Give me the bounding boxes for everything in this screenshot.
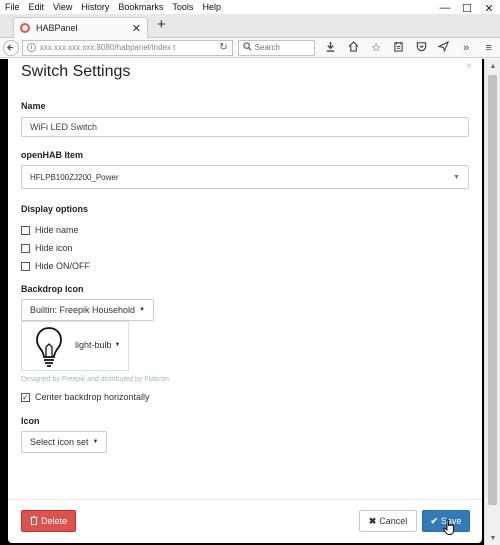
backdrop-icon-picker[interactable]: light-bulb ▼ (21, 321, 129, 371)
menu-help[interactable]: Help (202, 2, 221, 12)
bookmark-star-icon[interactable]: ☆ (365, 41, 388, 54)
icon-set-value: Select icon set (30, 437, 89, 447)
back-arrow-icon (7, 44, 14, 51)
reading-list-icon[interactable] (387, 41, 410, 55)
search-icon (243, 42, 252, 53)
openhab-item-label: openHAB Item (21, 150, 84, 160)
hide-name-option[interactable]: Hide name (21, 225, 79, 235)
switch-settings-dialog: Switch Settings × Name openHAB Item HFLP… (8, 59, 482, 543)
delete-label: Delete (40, 516, 67, 526)
url-text: xxx.xxx.xxx.xxx:8080/habpanel/index.t (39, 43, 176, 52)
hide-onoff-checkbox[interactable] (21, 261, 30, 271)
menu-history[interactable]: History (81, 2, 109, 12)
light-bulb-icon (36, 327, 62, 367)
scroll-up-icon[interactable]: ▲ (485, 59, 500, 73)
center-backdrop-label: Center backdrop horizontally (35, 392, 150, 402)
dialog-title: Switch Settings (21, 63, 131, 80)
pocket-icon[interactable] (410, 41, 433, 55)
close-icon: ✖ (368, 515, 377, 526)
menu-tools[interactable]: Tools (172, 2, 193, 12)
openhab-item-value: HFLPB100ZJ200_Power (30, 172, 119, 182)
page-scrollbar[interactable]: ▲ ▼ (484, 59, 500, 545)
icon-set-dropdown[interactable]: Select icon set ▼ (21, 431, 108, 453)
select-caret-icon: ▼ (453, 173, 460, 181)
tab-title: HABPanel (36, 23, 78, 33)
backdrop-icon-dropdown[interactable]: light-bulb ▼ (75, 340, 120, 350)
name-label: Name (21, 101, 46, 111)
back-button[interactable] (3, 39, 19, 56)
tab-close-icon[interactable]: ✕ (132, 22, 141, 35)
center-backdrop-option[interactable]: ✓ Center backdrop horizontally (21, 392, 150, 402)
hide-icon-option[interactable]: Hide icon (21, 243, 73, 253)
cancel-label: Cancel (379, 516, 408, 526)
dropdown-caret-icon: ▼ (139, 307, 146, 313)
menu-edit[interactable]: Edit (29, 2, 45, 12)
send-icon[interactable] (432, 40, 455, 55)
scroll-down-icon[interactable]: ▼ (485, 531, 500, 545)
dialog-footer: Delete ✖ Cancel ✔ Save (8, 499, 482, 543)
icon-attribution: Designed by Freepik and distributed by F… (21, 376, 169, 383)
tab-strip: HABPanel ✕ + (0, 14, 500, 38)
backdrop-icon-label: Backdrop Icon (21, 284, 84, 294)
page-backdrop: Switch Settings × Name openHAB Item HFLP… (0, 59, 500, 545)
tab-habpanel[interactable]: HABPanel ✕ (13, 17, 148, 38)
menu-file[interactable]: File (5, 2, 20, 12)
trash-icon (30, 515, 38, 527)
name-input[interactable] (21, 117, 469, 137)
nav-bar: i xxx.xxx.xxx.xxx:8080/habpanel/index.t … (0, 38, 500, 58)
hide-icon-label: Hide icon (35, 243, 73, 253)
dropdown-caret-icon: ▼ (92, 439, 99, 445)
habpanel-favicon-icon (20, 23, 30, 33)
delete-button[interactable]: Delete (21, 510, 76, 532)
dialog-close-icon[interactable]: × (466, 61, 472, 72)
openhab-item-select[interactable]: HFLPB100ZJ200_Power ▼ (21, 165, 469, 189)
hide-onoff-option[interactable]: Hide ON/OFF (21, 261, 90, 271)
hand-cursor-icon (443, 519, 454, 535)
icon-label: Icon (21, 416, 40, 426)
display-options-label: Display options (21, 204, 89, 214)
overflow-chevron-icon[interactable]: » (455, 42, 478, 54)
new-tab-button[interactable]: + (157, 16, 166, 33)
url-bar[interactable]: i xxx.xxx.xxx.xxx:8080/habpanel/index.t … (21, 39, 233, 56)
downloads-icon[interactable] (320, 41, 343, 55)
search-input[interactable] (254, 43, 310, 52)
backdrop-set-dropdown[interactable]: Builtin: Freepik Household ▼ (21, 299, 155, 321)
menu-bookmarks[interactable]: Bookmarks (118, 2, 163, 12)
search-bar[interactable] (237, 39, 315, 56)
menu-view[interactable]: View (53, 2, 72, 12)
home-icon[interactable] (342, 40, 365, 55)
cancel-button[interactable]: ✖ Cancel (359, 510, 417, 532)
hide-name-checkbox[interactable] (21, 225, 30, 235)
scrollbar-thumb[interactable] (488, 75, 497, 505)
dropdown-caret-icon: ▼ (114, 342, 121, 348)
site-info-icon[interactable]: i (26, 43, 36, 52)
hide-icon-checkbox[interactable] (21, 243, 30, 253)
hide-onoff-label: Hide ON/OFF (35, 261, 91, 271)
hamburger-menu-icon[interactable]: ≡ (477, 42, 500, 54)
backdrop-set-value: Builtin: Freepik Household (30, 305, 136, 315)
backdrop-icon-value: light-bulb (75, 340, 112, 350)
reload-icon[interactable]: ↻ (219, 42, 227, 53)
menu-bar: File Edit View History Bookmarks Tools H… (0, 0, 500, 14)
center-backdrop-checkbox[interactable]: ✓ (21, 392, 30, 402)
checkmark-icon: ✔ (430, 515, 439, 526)
hide-name-label: Hide name (35, 225, 79, 235)
